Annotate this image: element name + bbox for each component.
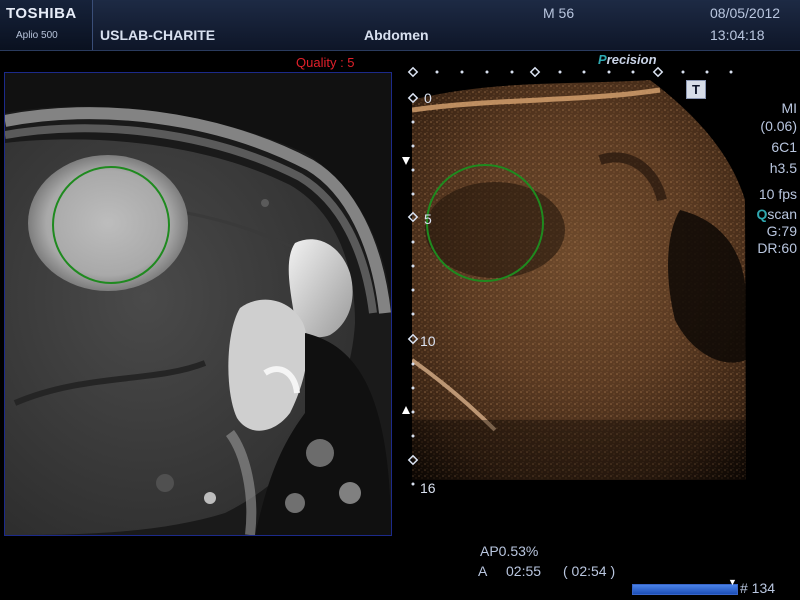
frame-number: # 134: [740, 580, 776, 596]
focus-marker-icon: [402, 406, 410, 414]
brand-logo: TOSHIBA: [6, 5, 77, 22]
dynamic-range-label: DR:60: [757, 240, 797, 256]
depth-label-10: 10: [420, 333, 436, 349]
depth-label-16: 16: [420, 480, 436, 496]
probe-label: 6C1: [771, 139, 797, 155]
mi-value: (0.06): [760, 118, 797, 134]
model-name: Aplio 500: [16, 30, 58, 41]
depth-label-5: 5: [424, 211, 432, 227]
clip-mode-label: A: [478, 563, 488, 579]
patient-info: M 56: [543, 5, 575, 21]
mri-image: [5, 73, 391, 535]
time-label: 13:04:18: [710, 27, 765, 43]
ultrasound-image: [402, 66, 746, 486]
qscan-label: Qscan: [756, 206, 797, 222]
cine-position-marker-icon[interactable]: ▼: [728, 577, 737, 587]
clip-time-total: ( 02:54 ): [563, 563, 616, 579]
gain-label: G:79: [766, 223, 797, 239]
clip-time: 02:55: [506, 563, 542, 579]
harmonic-label: h3.5: [769, 160, 797, 176]
fusion-quality-label: Quality : 5: [296, 55, 355, 70]
header-bar: TOSHIBA Aplio 500 USLAB-CHARITE Abdomen …: [0, 0, 800, 51]
date-label: 08/05/2012: [710, 5, 781, 21]
institution-label: USLAB-CHARITE: [100, 27, 216, 43]
depth-label-0: 0: [424, 90, 432, 106]
ap-value: AP0.53%: [480, 543, 539, 559]
frame-rate-label: 10 fps: [758, 186, 797, 202]
mri-image-panel[interactable]: [4, 72, 392, 536]
cine-progress-bar[interactable]: [632, 584, 738, 595]
mi-label: MI: [781, 100, 797, 116]
ultrasound-image-panel[interactable]: [400, 60, 800, 500]
exam-preset-label: Abdomen: [364, 27, 429, 43]
focus-marker-icon: [402, 157, 410, 165]
